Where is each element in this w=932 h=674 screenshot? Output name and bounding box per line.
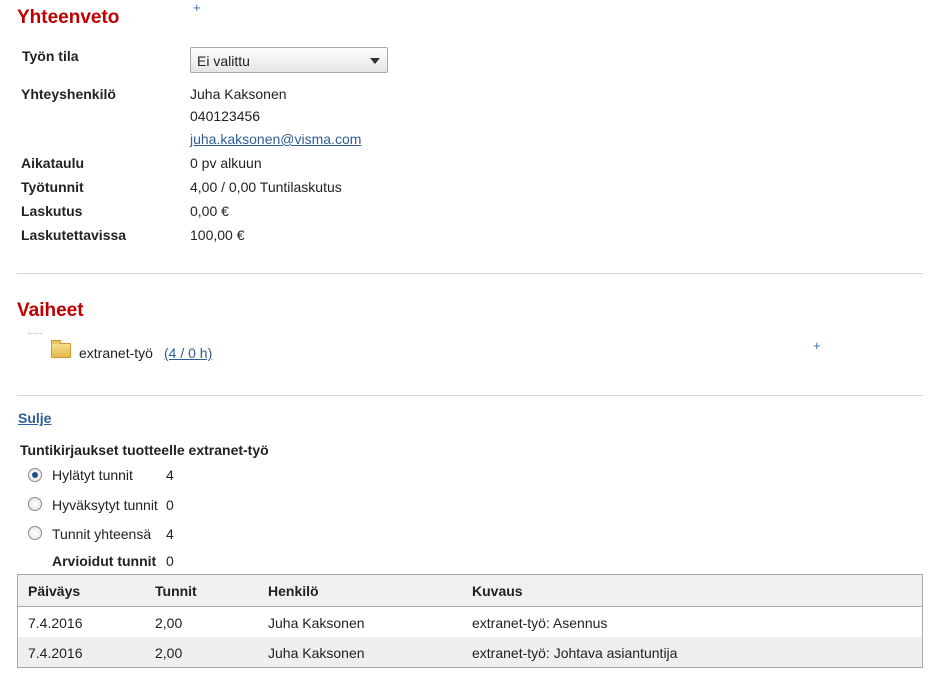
cell-description: extranet-työ: Asennus: [472, 615, 608, 631]
rejected-hours-label: Hylätyt tunnit: [52, 467, 133, 483]
hours-table: Päiväys Tunnit Henkilö Kuvaus 7.4.2016 2…: [17, 574, 923, 668]
cell-person: Juha Kaksonen: [268, 645, 365, 661]
estimated-hours-value: 0: [166, 553, 174, 569]
billing-value: 0,00 €: [190, 203, 229, 219]
status-label: Työn tila: [22, 48, 79, 64]
column-header-description[interactable]: Kuvaus: [472, 583, 523, 599]
section-divider: [17, 395, 923, 396]
contact-label: Yhteyshenkilö: [21, 86, 116, 102]
cell-date: 7.4.2016: [28, 645, 83, 661]
approved-hours-count: 0: [166, 497, 174, 513]
phases-title: Vaiheet: [17, 300, 84, 321]
estimated-hours-label: Arvioidut tunnit: [52, 553, 157, 569]
cell-hours: 2,00: [155, 645, 183, 661]
approved-hours-label: Hyväksytyt tunnit: [52, 497, 158, 513]
billable-label: Laskutettavissa: [21, 227, 127, 243]
radio-rejected-hours[interactable]: [28, 468, 42, 482]
schedule-label: Aikataulu: [21, 155, 85, 171]
folder-icon: [51, 340, 71, 358]
phase-item-hours-link[interactable]: (4 / 0 h): [164, 345, 212, 361]
total-hours-count: 4: [166, 526, 174, 542]
close-link[interactable]: Sulje: [18, 410, 51, 426]
phase-add-icon[interactable]: +: [813, 338, 821, 353]
summary-title: Yhteenveto: [17, 7, 120, 28]
contact-phone: 040123456: [190, 108, 261, 124]
column-header-person[interactable]: Henkilö: [268, 583, 319, 599]
billing-label: Laskutus: [21, 203, 83, 219]
status-select[interactable]: Ei valittu: [190, 47, 388, 73]
contact-name: Juha Kaksonen: [190, 86, 287, 102]
phase-item-name[interactable]: extranet-työ: [79, 345, 153, 361]
column-header-hours[interactable]: Tunnit: [155, 583, 197, 599]
cell-hours: 2,00: [155, 615, 183, 631]
table-row[interactable]: 7.4.2016 2,00 Juha Kaksonen extranet-työ…: [18, 607, 922, 637]
table-row[interactable]: 7.4.2016 2,00 Juha Kaksonen extranet-työ…: [18, 637, 922, 667]
radio-total-hours[interactable]: [28, 526, 42, 540]
hours-value: 4,00 / 0,00 Tuntilaskutus: [190, 179, 342, 195]
schedule-value: 0 pv alkuun: [190, 155, 262, 171]
hours-label: Työtunnit: [21, 179, 84, 195]
summary-add-icon[interactable]: +: [193, 0, 201, 15]
cell-description: extranet-työ: Johtava asiantuntija: [472, 645, 678, 661]
total-hours-label: Tunnit yhteensä: [52, 526, 152, 542]
chevron-down-icon: [370, 58, 380, 64]
cell-person: Juha Kaksonen: [268, 615, 365, 631]
billable-value: 100,00 €: [190, 227, 245, 243]
tree-dots: ......: [27, 326, 43, 336]
column-header-date[interactable]: Päiväys: [28, 583, 80, 599]
section-divider: [17, 273, 923, 274]
status-select-value: Ei valittu: [197, 53, 250, 69]
table-header: Päiväys Tunnit Henkilö Kuvaus: [18, 575, 922, 607]
contact-email-link[interactable]: juha.kaksonen@visma.com: [190, 131, 361, 147]
rejected-hours-count: 4: [166, 467, 174, 483]
cell-date: 7.4.2016: [28, 615, 83, 631]
entries-heading: Tuntikirjaukset tuotteelle extranet-työ: [20, 442, 269, 458]
radio-approved-hours[interactable]: [28, 497, 42, 511]
